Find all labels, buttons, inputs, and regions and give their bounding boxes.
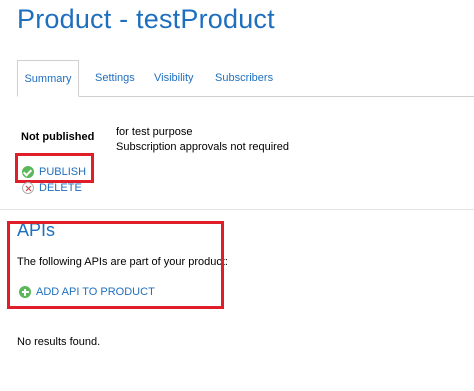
publish-status: Not published	[21, 131, 95, 143]
tab-bar: Summary Settings Visibility Subscribers	[17, 60, 474, 97]
delete-label: DELETE	[39, 182, 82, 194]
tab-visibility[interactable]: Visibility	[154, 60, 194, 96]
tab-settings[interactable]: Settings	[95, 60, 135, 96]
publish-highlight-box	[15, 153, 94, 183]
delete-button[interactable]: DELETE	[22, 182, 82, 194]
apis-highlight-box	[7, 221, 224, 309]
x-circle-icon	[22, 182, 34, 194]
approval-text: Subscription approvals not required	[116, 141, 290, 153]
tab-summary[interactable]: Summary	[17, 60, 79, 97]
section-divider	[0, 209, 474, 210]
product-description: for test purpose Subscription approvals …	[116, 125, 289, 155]
description-text: for test purpose	[116, 126, 193, 138]
empty-state-text: No results found.	[17, 336, 101, 348]
page-title: Product - testProduct	[17, 4, 275, 34]
product-page: Product - testProduct Summary Settings V…	[0, 0, 474, 391]
tab-subscribers[interactable]: Subscribers	[215, 60, 273, 96]
